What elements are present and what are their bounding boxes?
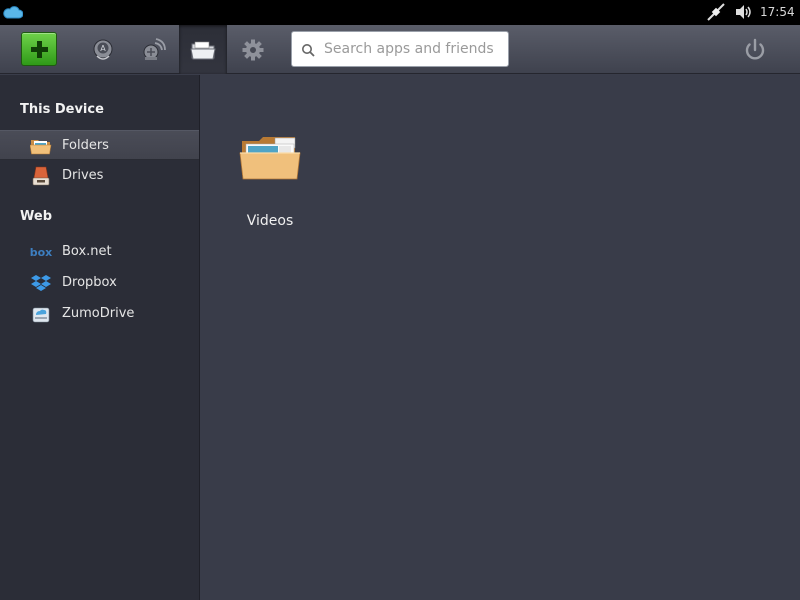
volume-icon[interactable]: [734, 4, 754, 20]
folders-tab[interactable]: [179, 25, 227, 74]
sidebar-item-box-net[interactable]: box Box.net: [0, 237, 199, 267]
drive-icon: [32, 166, 50, 186]
sidebar-item-folders[interactable]: Folders: [0, 130, 199, 160]
power-icon[interactable]: [740, 37, 770, 63]
folder-name: Videos: [246, 213, 294, 229]
social-icon: [143, 37, 166, 60]
clock: 17:54: [760, 5, 795, 19]
section-title-web: Web: [20, 209, 52, 224]
search-icon: [302, 44, 315, 57]
folders-icon: [190, 41, 216, 59]
zumodrive-icon: [32, 307, 50, 323]
search-box: [291, 31, 509, 67]
cloud-icon[interactable]: [3, 4, 23, 20]
network-plug-icon[interactable]: [705, 2, 727, 22]
toolbar: A: [0, 25, 800, 74]
system-bar: 17:54: [0, 0, 800, 25]
settings-tab[interactable]: [229, 25, 277, 74]
sidebar: This Device Folders Drives Web box Box.n…: [0, 75, 200, 600]
section-title-this-device: This Device: [20, 102, 104, 117]
svg-text:A: A: [100, 44, 106, 53]
sidebar-item-label: Dropbox: [62, 275, 117, 290]
folder-item-videos[interactable]: Videos: [230, 135, 310, 235]
sidebar-item-drives[interactable]: Drives: [0, 161, 199, 191]
search-input[interactable]: [322, 36, 504, 62]
apps-icon: A: [93, 39, 113, 60]
sidebar-item-label: Box.net: [62, 244, 112, 259]
video-folder-icon: [239, 137, 301, 180]
sidebar-item-dropbox[interactable]: Dropbox: [0, 268, 199, 298]
folder-view: Videos: [200, 75, 800, 600]
dropbox-icon: [31, 275, 51, 291]
apps-tab[interactable]: A: [79, 25, 127, 74]
svg-text:box: box: [30, 246, 52, 259]
sidebar-item-label: Folders: [62, 138, 109, 153]
sidebar-item-zumodrive[interactable]: ZumoDrive: [0, 299, 199, 329]
folder-icon: [30, 140, 52, 155]
sidebar-item-label: Drives: [62, 168, 104, 183]
add-button[interactable]: [21, 32, 57, 66]
sidebar-item-label: ZumoDrive: [62, 306, 135, 321]
box-net-icon: box: [30, 246, 52, 259]
social-tab[interactable]: [129, 25, 177, 74]
settings-icon: [242, 39, 264, 60]
